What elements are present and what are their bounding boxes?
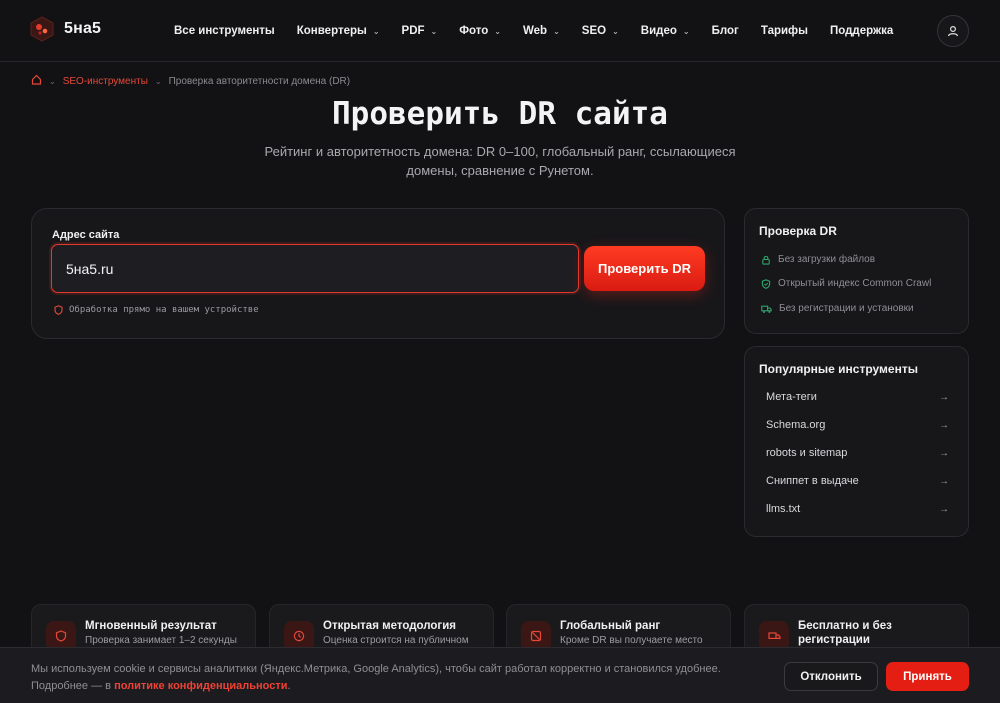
site-header: 5на5 Все инструменты Конвертеры ⌄ PDF ⌄ Фо… [0, 0, 1000, 62]
nav-pdf[interactable]: PDF ⌄ [402, 25, 438, 37]
dr-card-title: Проверка DR [759, 224, 837, 238]
user-icon [947, 25, 959, 37]
feature-no-registration: Без регистрации и установки [761, 303, 914, 314]
breadcrumb-current: Проверка авторитетности домена (DR) [168, 75, 351, 87]
popular-tools-title: Популярные инструменты [759, 362, 918, 376]
nav-video[interactable]: Видео ⌄ [641, 25, 690, 37]
nav-converters[interactable]: Конвертеры ⌄ [297, 25, 380, 37]
chevron-down-icon: ⌄ [154, 76, 162, 86]
chevron-down-icon: ⌄ [372, 26, 380, 36]
feature-common-crawl: Открытый индекс Common Crawl [761, 278, 931, 289]
nav-blog[interactable]: Блог [712, 25, 739, 37]
shield-icon [761, 278, 771, 289]
popular-tool-schema[interactable]: Schema.org → [766, 419, 949, 431]
nav-seo[interactable]: SEO ⌄ [582, 25, 619, 37]
shield-icon [54, 305, 63, 315]
nav-photo[interactable]: Фото ⌄ [459, 25, 501, 37]
breadcrumb-seo-tools[interactable]: SEO-инструменты [63, 76, 148, 87]
feature-no-upload: Без загрузки файлов [761, 254, 875, 265]
popular-tool-meta-tags[interactable]: Мета-теги → [766, 391, 949, 403]
arrow-right-icon: → [939, 391, 949, 403]
logo-text: 5на5 [64, 20, 102, 37]
cookie-decline-button[interactable]: Отклонить [784, 662, 878, 691]
popular-tool-llms-txt[interactable]: llms.txt → [766, 503, 949, 515]
nav-web[interactable]: Web ⌄ [523, 25, 560, 37]
home-icon[interactable] [31, 74, 42, 88]
logo-icon [28, 15, 56, 43]
arrow-right-icon: → [939, 419, 949, 431]
popular-tool-robots-sitemap[interactable]: robots и sitemap → [766, 447, 949, 459]
chevron-down-icon: ⌄ [430, 26, 438, 36]
chevron-down-icon: ⌄ [494, 26, 501, 36]
dr-check-form: Адрес сайта Проверить DR Обработка прямо… [31, 208, 725, 339]
cookie-text: Мы используем cookie и сервисы аналитики… [31, 663, 721, 692]
chevron-down-icon: ⌄ [49, 76, 56, 86]
privacy-policy-link[interactable]: политике конфиденциальности [114, 680, 287, 692]
chevron-down-icon: ⌄ [682, 26, 690, 36]
dr-info-card: Проверка DR Без загрузки файлов Открытый… [744, 208, 969, 334]
breadcrumb: ⌄ SEO-инструменты ⌄ Проверка авторитетно… [31, 74, 350, 88]
page-title: Проверить DR сайта [332, 96, 668, 132]
lock-icon [762, 255, 770, 265]
popular-tools-card: Популярные инструменты Мета-теги → Schema… [744, 346, 969, 537]
page-subtitle: Рейтинг и авторитетность домена: DR 0–10… [264, 144, 736, 178]
site-address-label: Адрес сайта [52, 229, 120, 241]
cookie-banner: Мы используем cookie и сервисы аналитики… [0, 647, 1000, 703]
nav-all-tools[interactable]: Все инструменты [174, 25, 275, 37]
cookie-accept-button[interactable]: Принять [886, 662, 969, 691]
popular-tool-snippet[interactable]: Сниппет в выдаче → [766, 475, 949, 487]
site-address-input[interactable] [51, 244, 579, 293]
chevron-down-icon: ⌄ [553, 26, 560, 36]
logo[interactable]: 5на5 [28, 15, 101, 43]
truck-icon [761, 305, 772, 313]
main-nav: Все инструменты Конвертеры ⌄ PDF ⌄ Фото ⌄ W… [174, 0, 915, 62]
arrow-right-icon: → [939, 447, 949, 459]
chevron-down-icon: ⌄ [612, 26, 619, 36]
user-account-button[interactable] [937, 15, 969, 47]
arrow-right-icon: → [939, 503, 949, 515]
arrow-right-icon: → [939, 475, 949, 487]
nav-pricing[interactable]: Тарифы [761, 25, 808, 37]
local-processing-note: Обработка прямо на вашем устройстве [54, 305, 259, 315]
check-dr-button[interactable]: Проверить DR [584, 246, 705, 291]
nav-support[interactable]: Поддержка [830, 25, 893, 37]
